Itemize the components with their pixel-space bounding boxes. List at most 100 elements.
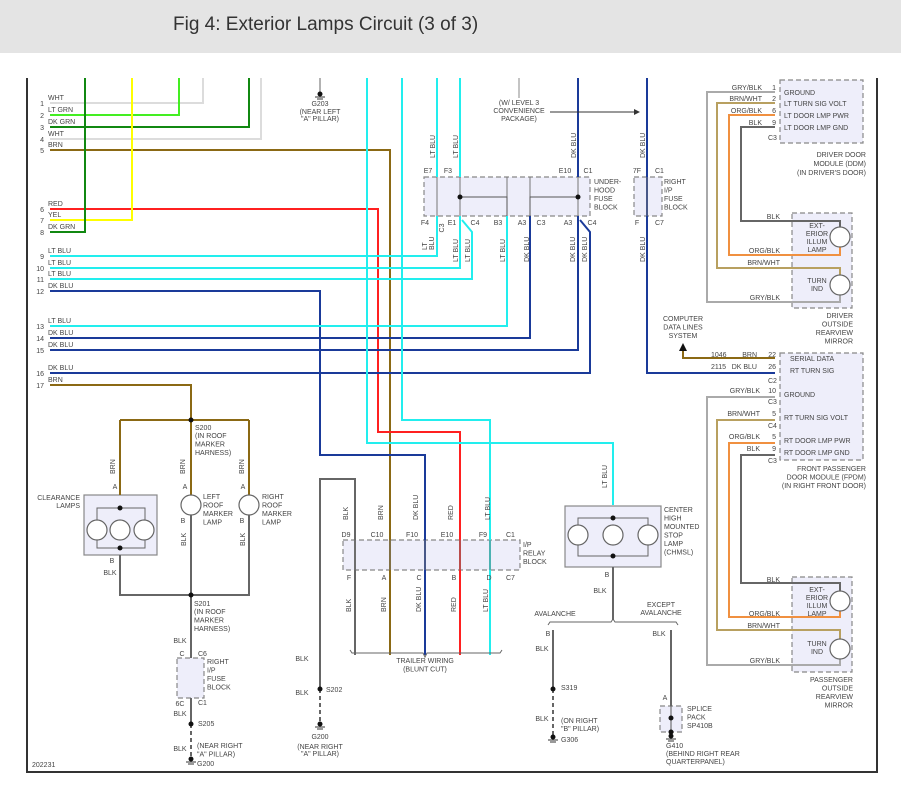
turn-indicator-bulb-icon [829,274,851,296]
wire-serial-data [682,349,775,359]
label-roof-left_marker-3: LAMP [203,520,222,527]
label-passenger_mirror-wires-2: BRN/WHT [747,623,780,630]
label-left_wires-8-color: LT BLU [48,248,71,255]
led-icon [602,524,624,546]
label-chmsl-name-2: MOUNTED [664,524,699,531]
label-relay-wires_below-3: RED [451,597,458,612]
arrow-up-icon [679,343,687,351]
arrow-right-icon [634,109,640,115]
label-chmsl-s319_loc-1: "B" PILLAR) [561,726,599,733]
label-chmsl-name-3: STOP [664,533,683,540]
label-underhood-wires_below-4: LT BLU [500,239,507,262]
s200-splice [188,417,194,423]
label-relay-wires_above-0: BLK [343,506,350,520]
label-passenger_mirror-lamp1-3: LAMP [807,611,826,618]
wire-circuit-6 [50,208,461,655]
label-underhood-name-0: UNDER- [594,179,622,186]
label-roof-harness-0: (IN ROOF [195,433,227,440]
label-chmsl-left_pin: B [546,631,551,638]
label-chmsl-name-0: CENTER [664,507,693,514]
label-underhood-bottom_pins-2: E1 [448,220,457,227]
label-right_ip_fuse_top-pins-1: C1 [655,168,664,175]
label-roof-clearance-1: LAMPS [56,503,80,510]
label-roof-right_marker-1: ROOF [262,503,282,510]
label-fpdm-data_rows-0-pin: 22 [768,352,776,359]
wire-circuit-12 [50,290,426,655]
label-underhood-wires_below-7: DK BLU [582,237,589,262]
label-left_wires-15-num: 16 [36,371,44,378]
label-roof-s201: S201 [194,601,210,608]
label-computer_data-0: COMPUTER [663,316,703,323]
label-ddm-rows-2-wire: ORG/BLK [731,108,762,115]
label-roof-right_marker-3: LAMP [262,520,281,527]
label-right_ip_fuse_top-pins-0: 7F [633,168,641,175]
label-chmsl-g410_loc-1: QUARTERPANEL) [666,759,725,766]
label-relay-top_pins-4: F9 [479,532,487,539]
label-fpdm-name-2: (IN RIGHT FRONT DOOR) [782,483,866,490]
label-left_wires-13-num: 14 [36,336,44,343]
label-passenger_mirror-name-0: PASSENGER [810,677,853,684]
label-relay-trailer-0: TRAILER WIRING [396,658,454,665]
splice-dot [668,715,674,721]
wire-circuit-1 [50,78,204,104]
led-icon [637,524,659,546]
label-fpdm-rows-0-pin: 10 [768,388,776,395]
label-computer_data-1: DATA LINES [663,325,703,332]
label-left_wires-14-num: 15 [36,348,44,355]
label-passenger_mirror-wires-1: ORG/BLK [749,611,780,618]
label-chmsl-splice-1: PACK [687,715,706,722]
label-relay-trailer-1: (BLUNT CUT) [403,667,447,674]
label-chmsl-splice-2: SP410B [687,723,713,730]
label-left_wires-16-color: BRN [48,377,63,384]
label-left_wires-15-color: DK BLU [48,365,73,372]
label-fpdm-connectors-3: C3 [768,458,777,465]
label-ddm-rows-2-func: LT DOOR LMP PWR [784,113,849,120]
label-relay-bottom_pins-0: F [347,575,351,582]
label-chmsl-right_blk: BLK [652,631,666,638]
label-fpdm-name-1: DOOR MODULE (FPDM) [787,475,866,482]
label-right_ip_fuse_top-wires-0: DK BLU [640,133,647,158]
label-roof-right_marker-2: MARKER [262,511,292,518]
label-fpdm-rows-2-func: RT DOOR LMP PWR [784,438,851,445]
label-roof-right_marker-0: RIGHT [262,494,285,501]
label-left_wires-4-color: BRN [48,142,63,149]
label-chmsl-name-5: (CHMSL) [664,550,693,557]
label-top-g203_loc-0: (NEAR LEFT [300,109,342,116]
label-left_wires-8-num: 9 [40,254,44,261]
wire-circuit-17 [50,384,192,420]
label-underhood-bottom_pins-7: A3 [564,220,573,227]
label-left_wires-16-num: 17 [36,383,44,390]
label-roof-pin_a-0: A [113,484,118,491]
label-relay-top_pins-2: F10 [406,532,418,539]
label-underhood-wires_above-2: DK BLU [571,133,578,158]
label-roof-blk-1: BLK [181,532,188,546]
label-lower_left-s205: S205 [198,721,214,728]
label-middle_ground-loc-1: "A" PILLAR) [301,751,339,758]
splice-dot [610,553,616,559]
wiring-diagram: 1 WHT 2 LT GRN 3 DK GRN 4 WHT 5 BRN 6 RED 7 YEL 8 DK GR… [26,78,878,773]
label-underhood-top_pins-3: C1 [584,168,593,175]
label-underhood-top_pins-2: E10 [559,168,572,175]
label-ddm-rows-1-pin: 2 [772,96,776,103]
label-relay-name-0: I/P [523,542,532,549]
label-driver_mirror-lamp2-1: IND [811,286,823,293]
label-driver_mirror-name-1: OUTSIDE [822,322,853,329]
label-left_wires-9-color: LT BLU [48,260,71,267]
label-driver_mirror-lamp1-2: ILLUM [807,239,828,246]
label-right_ip_fuse_top-name-1: I/P [664,188,673,195]
label-computer_data-2: SYSTEM [669,333,698,340]
label-underhood-wires_above-1: LT BLU [453,135,460,158]
label-chmsl-name-4: LAMP [664,541,683,548]
label-fpdm-data_rows-1-circuit: 2115 [711,364,726,371]
label-underhood-wires_below-1: BLU [429,236,436,250]
label-driver_mirror-lamp2-0: TURN [807,278,826,285]
label-left_wires-14-color: DK BLU [48,342,73,349]
label-chmsl-pin_a: A [663,695,668,702]
label-roof-brn-2: BRN [239,459,246,474]
label-chmsl-g410: G410 [666,743,683,750]
label-middle_ground-loc-0: (NEAR RIGHT [297,744,343,751]
clearance-bulb-icon [86,519,108,541]
right-marker-bulb-icon [238,494,260,516]
label-fpdm-rows-2-wire: ORG/BLK [729,434,760,441]
label-underhood-name-1: HOOD [594,188,615,195]
